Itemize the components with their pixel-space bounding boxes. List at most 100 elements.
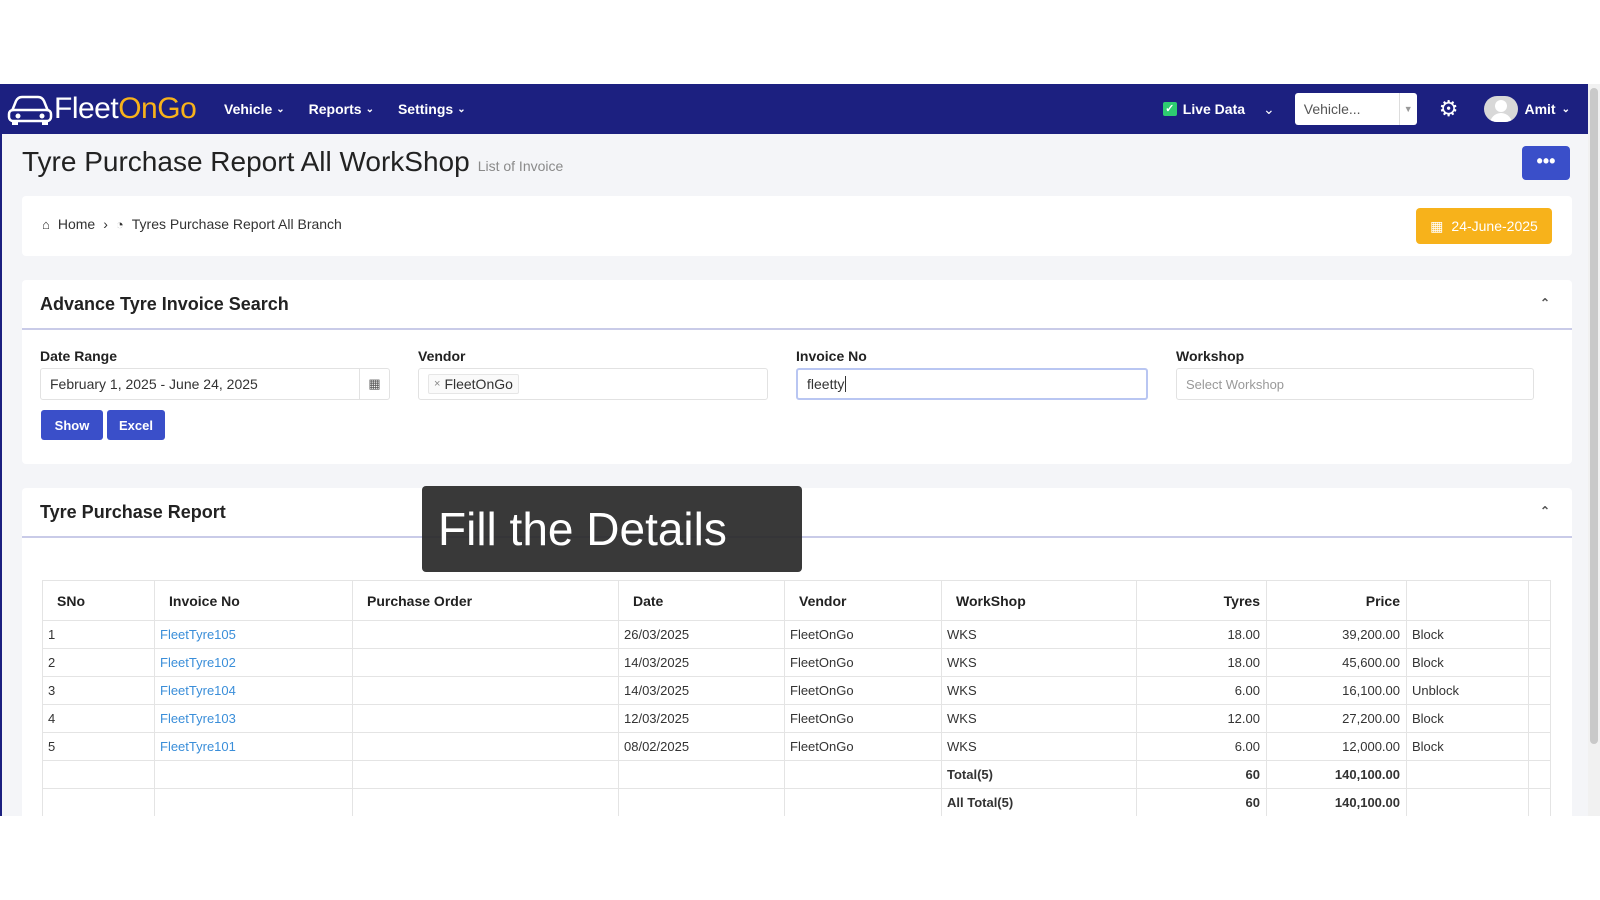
cell-tyres: 18.00 <box>1136 648 1267 677</box>
menu-reports[interactable]: Reports ⌄ <box>309 101 374 117</box>
home-icon: ⌂ <box>42 216 50 232</box>
live-data-toggle[interactable]: ✓ Live Data <box>1162 101 1245 117</box>
cell-sno: 5 <box>42 732 155 761</box>
cell-workshop: WKS <box>941 732 1137 761</box>
cell-date: 14/03/2025 <box>618 648 785 677</box>
avatar <box>1484 96 1519 122</box>
table-row: 5 FleetTyre101 08/02/2025 FleetOnGo WKS … <box>42 732 1551 761</box>
cell-vendor: FleetOnGo <box>784 648 942 677</box>
current-date-badge[interactable]: ▦ 24-June-2025 <box>1416 208 1552 244</box>
breadcrumb-separator: › <box>103 216 108 232</box>
cell-vendor: FleetOnGo <box>784 620 942 649</box>
logo-text: FleetOnGo <box>54 92 197 126</box>
col-vendor[interactable]: Vendor <box>784 580 942 621</box>
cell-status: Block <box>1406 732 1529 761</box>
cell-tyres: 6.00 <box>1136 732 1267 761</box>
cell-extra <box>1528 620 1551 649</box>
cell-date: 14/03/2025 <box>618 676 785 705</box>
remove-tag-icon[interactable]: × <box>434 378 440 390</box>
report-table: SNo Invoice No Purchase Order Date Vendo… <box>42 580 1551 816</box>
vendor-select[interactable]: × FleetOnGo <box>418 368 768 400</box>
table-row: 2 FleetTyre102 14/03/2025 FleetOnGo WKS … <box>42 648 1551 677</box>
chevron-down-icon: ⌄ <box>1561 103 1570 115</box>
cell-sno: 4 <box>42 704 155 733</box>
page-scrollbar[interactable] <box>1588 84 1600 816</box>
chevron-down-icon: ⌄ <box>276 103 285 115</box>
checkbox-checked-icon: ✓ <box>1162 102 1177 116</box>
cell-invoice-link[interactable]: FleetTyre101 <box>154 732 353 761</box>
table-header-row: SNo Invoice No Purchase Order Date Vendo… <box>42 580 1551 621</box>
cell-sno: 1 <box>42 620 155 649</box>
user-name: Amit <box>1524 101 1556 117</box>
cell-tyres: 6.00 <box>1136 676 1267 705</box>
cell-invoice-link[interactable]: FleetTyre103 <box>154 704 353 733</box>
caret-down-icon: ▼ <box>1398 93 1417 125</box>
empty-cell <box>154 788 353 816</box>
invoice-no-value: fleetty <box>807 376 845 392</box>
cell-extra <box>1528 704 1551 733</box>
invoice-no-input[interactable]: fleetty <box>796 368 1148 400</box>
col-sno[interactable]: SNo <box>42 580 155 621</box>
breadcrumb-home[interactable]: Home <box>58 216 95 232</box>
menu-vehicle-label: Vehicle <box>224 101 273 117</box>
user-menu[interactable]: Amit ⌄ <box>1484 96 1570 122</box>
page-subtitle: List of Invoice <box>477 158 564 174</box>
current-date-text: 24-June-2025 <box>1451 218 1538 234</box>
workshop-label: Workshop <box>1176 348 1245 364</box>
show-button[interactable]: Show <box>41 410 103 440</box>
cell-extra <box>1528 732 1551 761</box>
table-row: 4 FleetTyre103 12/03/2025 FleetOnGo WKS … <box>42 704 1551 733</box>
more-options-button[interactable]: ••• <box>1522 146 1570 180</box>
vendor-tag: × FleetOnGo <box>428 374 519 394</box>
search-card: Advance Tyre Invoice Search ⌃ Date Range… <box>22 280 1572 464</box>
col-extra <box>1528 580 1551 621</box>
col-purchase-order[interactable]: Purchase Order <box>352 580 619 621</box>
logo[interactable]: FleetOnGo <box>6 91 206 127</box>
invoice-no-label: Invoice No <box>796 348 867 364</box>
live-data-dropdown-icon[interactable]: ⌄ <box>1263 101 1275 118</box>
cell-po <box>352 676 619 705</box>
cell-invoice-link[interactable]: FleetTyre102 <box>154 648 353 677</box>
excel-button[interactable]: Excel <box>107 410 165 440</box>
col-tyres[interactable]: Tyres <box>1136 580 1267 621</box>
workshop-select[interactable]: Select Workshop <box>1176 368 1534 400</box>
col-status <box>1406 580 1529 621</box>
calendar-icon: ▦ <box>1430 217 1444 234</box>
empty-cell <box>784 760 942 789</box>
cell-workshop: WKS <box>941 704 1137 733</box>
cell-sno: 2 <box>42 648 155 677</box>
cell-price: 45,600.00 <box>1266 648 1407 677</box>
nav-right: ✓ Live Data ⌄ Vehicle... ▼ ⚙ Amit ⌄ <box>1162 84 1570 134</box>
menu-reports-label: Reports <box>308 101 362 117</box>
empty-cell <box>784 788 942 816</box>
empty-cell <box>154 760 353 789</box>
cell-price: 27,200.00 <box>1266 704 1407 733</box>
menu-vehicle[interactable]: Vehicle ⌄ <box>224 101 285 117</box>
collapse-icon[interactable]: ⌃ <box>1540 504 1550 518</box>
col-invoice-no[interactable]: Invoice No <box>154 580 353 621</box>
menu-settings[interactable]: Settings ⌄ <box>398 101 466 117</box>
gear-icon[interactable]: ⚙ <box>1439 96 1459 122</box>
scrollbar-thumb[interactable] <box>1590 88 1598 744</box>
cell-status: Block <box>1406 620 1529 649</box>
vehicle-select[interactable]: Vehicle... ▼ <box>1294 93 1417 125</box>
calendar-icon[interactable]: ▦ <box>359 369 389 399</box>
instruction-overlay: Fill the Details <box>422 486 802 572</box>
collapse-icon[interactable]: ⌃ <box>1540 296 1550 310</box>
cell-po <box>352 620 619 649</box>
cell-invoice-link[interactable]: FleetTyre104 <box>154 676 353 705</box>
vendor-label: Vendor <box>418 348 466 364</box>
date-range-input[interactable]: February 1, 2025 - June 24, 2025 ▦ <box>40 368 390 400</box>
cell-invoice-link[interactable]: FleetTyre105 <box>154 620 353 649</box>
logo-text-fleet: Fleet <box>54 92 119 125</box>
col-workshop[interactable]: WorkShop <box>941 580 1137 621</box>
breadcrumb: ⌂ Home › ◔ Tyres Purchase Report All Bra… <box>42 216 342 232</box>
empty-cell <box>1528 760 1551 789</box>
logo-text-go: Go <box>157 92 197 125</box>
table-row: 3 FleetTyre104 14/03/2025 FleetOnGo WKS … <box>42 676 1551 705</box>
empty-cell <box>1528 788 1551 816</box>
col-date[interactable]: Date <box>618 580 785 621</box>
cell-tyres: 12.00 <box>1136 704 1267 733</box>
col-price[interactable]: Price <box>1266 580 1407 621</box>
cell-workshop: WKS <box>941 620 1137 649</box>
